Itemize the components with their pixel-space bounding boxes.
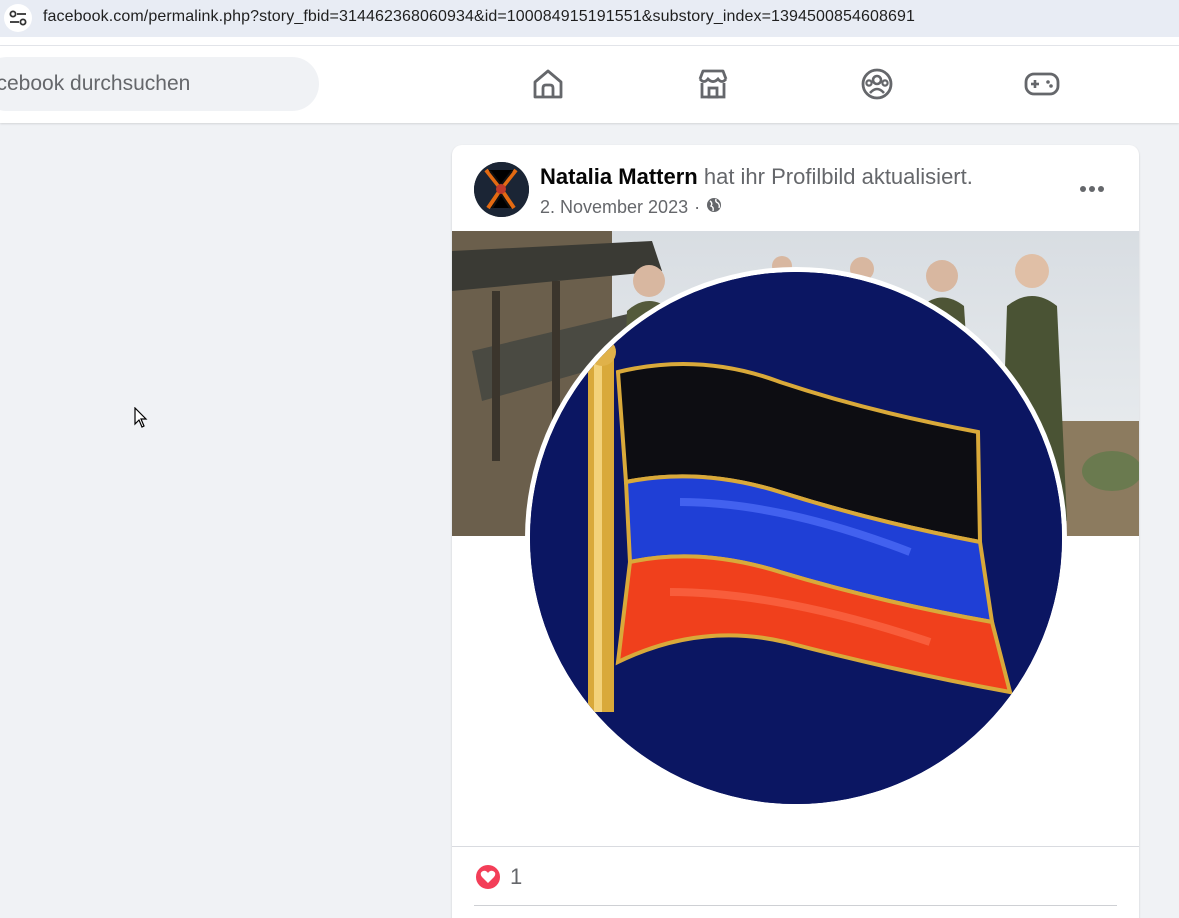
search-input[interactable]: Facebook durchsuchen (0, 57, 319, 111)
gaming-icon[interactable] (1024, 66, 1060, 102)
globe-icon (706, 197, 722, 218)
groups-icon[interactable] (859, 66, 895, 102)
post-date[interactable]: 2. November 2023 (540, 197, 688, 218)
actions-divider (474, 905, 1117, 906)
post-action-text: hat ihr Profilbild aktualisiert. (703, 164, 973, 189)
more-options-button[interactable] (1074, 171, 1110, 207)
search-placeholder: Facebook durchsuchen (0, 72, 191, 95)
author-avatar[interactable] (474, 162, 529, 217)
post-meta: 2. November 2023 · (540, 197, 722, 218)
browser-address-bar: facebook.com/permalink.php?story_fbid=31… (0, 0, 1179, 46)
url-text[interactable]: facebook.com/permalink.php?story_fbid=31… (43, 8, 915, 26)
home-icon[interactable] (530, 66, 566, 102)
post-header-text: Natalia Mattern hat ihr Profilbild aktua… (540, 164, 973, 190)
mouse-cursor-icon (134, 406, 148, 434)
profile-picture[interactable] (525, 267, 1067, 809)
heart-icon (474, 863, 502, 891)
marketplace-icon[interactable] (695, 66, 731, 102)
author-name[interactable]: Natalia Mattern (540, 164, 698, 189)
reaction-count: 1 (510, 864, 523, 889)
facebook-top-nav: Facebook durchsuchen (0, 46, 1179, 123)
reaction-summary[interactable]: 1 (474, 863, 522, 891)
post-card: Natalia Mattern hat ihr Profilbild aktua… (452, 145, 1139, 918)
flag-pin-image (530, 272, 1062, 804)
site-settings-icon[interactable] (4, 4, 32, 32)
card-divider (452, 846, 1139, 847)
meta-separator: · (694, 197, 701, 217)
